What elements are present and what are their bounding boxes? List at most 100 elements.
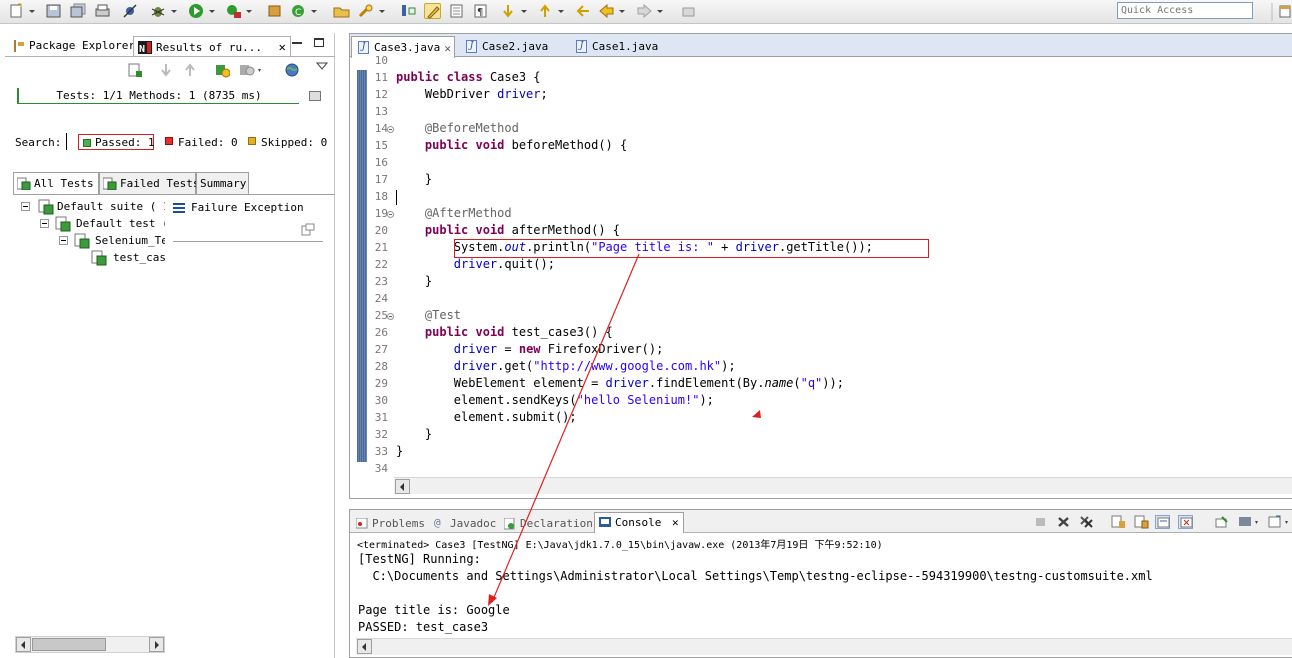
passed-icon bbox=[83, 139, 91, 147]
forward-icon[interactable] bbox=[636, 3, 663, 19]
close-tab-icon[interactable]: ✕ bbox=[444, 42, 451, 55]
view-menu-icon[interactable] bbox=[315, 60, 332, 76]
skipped-filter[interactable]: Skipped: 0 bbox=[248, 136, 327, 149]
tab-problems[interactable]: Problems bbox=[352, 514, 429, 533]
compare-results-icon[interactable] bbox=[301, 223, 315, 237]
scroll-thumb[interactable] bbox=[32, 638, 106, 651]
back-icon[interactable] bbox=[598, 3, 625, 19]
tab-results-of-running[interactable]: N Results of ru... ✕ bbox=[133, 36, 291, 56]
at-icon: @ bbox=[434, 516, 441, 529]
tab-case3-java[interactable]: J Case3.java ✕ bbox=[351, 36, 455, 58]
show-on-stdout-icon[interactable] bbox=[1155, 515, 1170, 529]
print-icon[interactable] bbox=[94, 3, 111, 19]
toggle-mark-occurrences-icon[interactable] bbox=[400, 3, 417, 19]
rerun-icon[interactable] bbox=[214, 62, 231, 78]
terminate-icon[interactable] bbox=[1033, 515, 1048, 529]
scroll-lock-icon[interactable] bbox=[1134, 515, 1149, 529]
tab-case2-java[interactable]: J Case2.java bbox=[460, 36, 560, 57]
maximize-view-icon[interactable] bbox=[314, 38, 324, 47]
tree-item-test-case3[interactable]: test_case bbox=[91, 250, 165, 266]
scroll-left-icon[interactable] bbox=[16, 637, 31, 652]
run-icon[interactable] bbox=[188, 3, 215, 19]
fold-icon[interactable] bbox=[387, 313, 394, 320]
toggle-block-selection-icon[interactable] bbox=[424, 3, 441, 19]
minimize-view-icon[interactable] bbox=[292, 42, 302, 44]
line-number: 30 bbox=[374, 394, 388, 407]
progress-indicator-icon bbox=[309, 91, 321, 101]
package-explorer-icon bbox=[11, 40, 25, 52]
previous-annotation-icon[interactable] bbox=[537, 3, 564, 19]
skip-breakpoints-icon[interactable] bbox=[122, 3, 139, 19]
new-class-icon[interactable]: C bbox=[290, 3, 317, 19]
console-line: [TestNG] Running: bbox=[358, 552, 481, 566]
left-horizontal-scrollbar[interactable] bbox=[15, 636, 165, 653]
display-selected-console-icon[interactable] bbox=[1238, 515, 1258, 529]
passed-filter[interactable]: Passed: 1 bbox=[78, 134, 155, 150]
collapse-icon[interactable] bbox=[59, 236, 68, 245]
globe-icon[interactable] bbox=[284, 62, 300, 78]
scroll-right-icon[interactable] bbox=[149, 637, 164, 652]
run-summary: Tests: 1/1 Methods: 1 (8735 ms) bbox=[17, 88, 299, 104]
svg-text:C: C bbox=[295, 8, 301, 18]
rerun-failed-icon[interactable] bbox=[127, 62, 143, 78]
new-file-icon[interactable] bbox=[8, 3, 35, 19]
pin-editor-icon[interactable] bbox=[680, 3, 697, 19]
tab-package-explorer[interactable]: Package Explorer bbox=[7, 36, 139, 56]
tree-item-default-suite[interactable]: Default suite ( 1/ bbox=[21, 199, 165, 215]
show-whitespace-icon[interactable] bbox=[448, 3, 465, 19]
clear-console-icon[interactable] bbox=[1111, 515, 1126, 529]
pin-console-icon[interactable] bbox=[1214, 515, 1229, 529]
code-line-12: WebDriver driver; bbox=[424, 87, 548, 101]
open-console-icon[interactable] bbox=[1268, 515, 1288, 529]
java-file-icon: J bbox=[466, 40, 477, 53]
quick-access-input[interactable] bbox=[1117, 2, 1253, 19]
editor-horizontal-scrollbar[interactable] bbox=[394, 477, 1292, 494]
tab-javadoc[interactable]: @ Javadoc bbox=[430, 514, 500, 533]
line-number: 21 bbox=[374, 241, 388, 254]
tab-summary-label: Summary bbox=[200, 177, 247, 190]
last-edit-location-icon[interactable] bbox=[575, 3, 592, 19]
console-horizontal-scrollbar[interactable] bbox=[356, 638, 1292, 655]
skipped-label: Skipped: 0 bbox=[261, 136, 328, 149]
show-on-stderr-icon[interactable] bbox=[1178, 515, 1193, 529]
close-tab-icon[interactable]: ✕ bbox=[672, 516, 679, 529]
code-line-32: } bbox=[424, 427, 433, 441]
next-annotation-icon[interactable] bbox=[500, 3, 527, 19]
search-icon[interactable] bbox=[358, 3, 385, 19]
rerun-failed-options-icon[interactable] bbox=[238, 62, 261, 78]
new-package-icon[interactable] bbox=[266, 3, 283, 19]
scroll-left-icon[interactable] bbox=[357, 639, 372, 654]
tab-failed-tests[interactable]: Failed Tests bbox=[99, 172, 199, 194]
open-perspective-icon[interactable] bbox=[1270, 0, 1292, 24]
remove-launch-icon[interactable] bbox=[1056, 515, 1071, 529]
paragraph-icon[interactable]: ¶ bbox=[472, 3, 489, 19]
tree-item-selenium-test[interactable]: Selenium_Tes bbox=[59, 233, 165, 249]
remove-all-terminated-icon[interactable] bbox=[1079, 515, 1094, 529]
run-external-tool-icon[interactable] bbox=[225, 3, 252, 19]
collapse-icon[interactable] bbox=[21, 202, 30, 211]
next-failure-icon[interactable] bbox=[158, 62, 174, 78]
tab-declaration[interactable]: Declaration bbox=[500, 514, 597, 533]
editor-tabbar: J Case3.java ✕ J Case2.java J Case1.java bbox=[350, 34, 1292, 58]
close-tab-icon[interactable]: ✕ bbox=[279, 40, 286, 54]
collapse-icon[interactable] bbox=[40, 219, 49, 228]
tree-item-default-test[interactable]: Default test ( bbox=[40, 216, 165, 232]
previous-failure-icon[interactable] bbox=[182, 62, 198, 78]
fold-icon[interactable] bbox=[387, 211, 394, 218]
debug-icon[interactable] bbox=[150, 3, 177, 19]
tree-item-label: Selenium_Tes bbox=[95, 234, 165, 247]
search-input[interactable] bbox=[66, 133, 67, 150]
tab-summary[interactable]: Summary bbox=[196, 172, 249, 194]
tab-console[interactable]: Console ✕ bbox=[594, 512, 684, 533]
java-file-icon: J bbox=[576, 40, 587, 53]
fold-icon[interactable] bbox=[387, 126, 394, 133]
open-type-icon[interactable] bbox=[333, 3, 350, 19]
tab-all-tests[interactable]: All Tests bbox=[13, 172, 99, 194]
save-icon[interactable] bbox=[45, 3, 62, 19]
scroll-left-icon[interactable] bbox=[395, 479, 410, 494]
save-all-icon[interactable] bbox=[70, 3, 87, 19]
code-line-23: } bbox=[424, 274, 433, 288]
failed-filter[interactable]: Failed: 0 bbox=[165, 136, 238, 149]
java-editor: J Case3.java ✕ J Case2.java J Case1.java… bbox=[349, 33, 1292, 499]
tab-case1-java[interactable]: J Case1.java bbox=[570, 36, 670, 57]
